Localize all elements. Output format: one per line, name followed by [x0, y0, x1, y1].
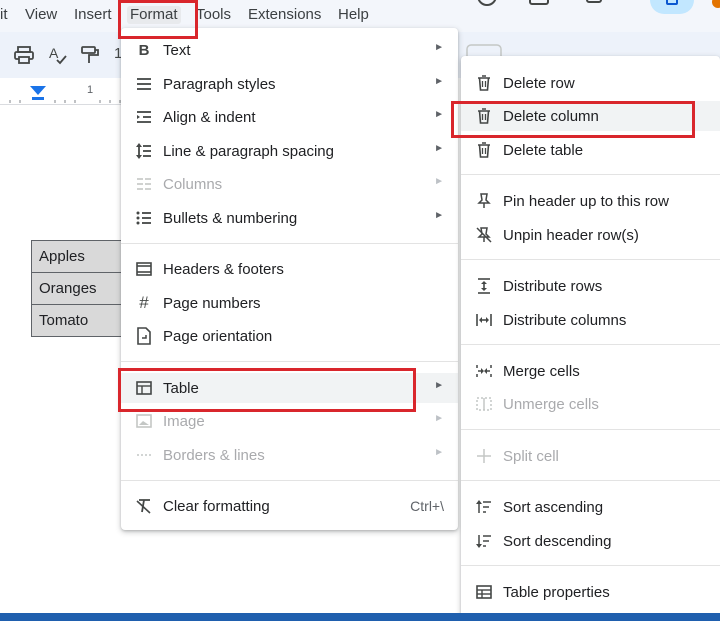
unmerge-cells-icon	[475, 395, 493, 413]
table-item-table-properties[interactable]: Table properties	[461, 577, 720, 607]
menu-edit[interactable]: it	[0, 6, 8, 24]
submenu-arrow-icon: ►	[434, 210, 444, 221]
format-item-clear-formatting[interactable]: Clear formatting Ctrl+\	[121, 491, 458, 521]
spellcheck-icon[interactable]: A	[48, 45, 68, 65]
svg-text:A: A	[49, 45, 59, 61]
history-icon[interactable]	[476, 0, 498, 10]
menu-divider	[461, 480, 720, 481]
ruler-ticks	[9, 86, 121, 103]
borders-icon	[135, 446, 153, 464]
image-icon	[135, 412, 153, 430]
format-item-page-orientation[interactable]: Page orientation	[121, 321, 458, 351]
split-cell-icon	[475, 447, 493, 465]
menu-divider	[121, 480, 458, 481]
menu-divider	[461, 259, 720, 260]
format-item-table[interactable]: Table ►	[121, 373, 458, 403]
sort-ascending-icon	[475, 498, 493, 516]
table-item-unpin-header[interactable]: Unpin header row(s)	[461, 220, 720, 250]
table-properties-icon	[475, 583, 493, 601]
page-numbers-icon: #	[139, 293, 149, 312]
ruler-number: 1	[87, 84, 94, 96]
merge-cells-icon	[475, 362, 493, 380]
indent-marker-icon	[30, 86, 46, 95]
bold-icon: B	[138, 41, 150, 59]
submenu-arrow-icon: ►	[434, 176, 444, 187]
table-item-merge-cells[interactable]: Merge cells	[461, 356, 720, 386]
print-icon[interactable]	[14, 46, 34, 64]
distribute-columns-icon	[475, 311, 493, 329]
trash-icon	[475, 141, 493, 159]
menu-divider	[121, 361, 458, 362]
format-item-text[interactable]: B Text ►	[121, 35, 458, 65]
menu-divider	[461, 565, 720, 566]
comment-icon[interactable]	[528, 0, 552, 10]
table-icon	[135, 379, 153, 397]
ruler: 1	[0, 82, 130, 105]
trash-icon	[475, 74, 493, 92]
shortcut-text: Ctrl+\	[410, 498, 444, 514]
table-item-unmerge-cells[interactable]: Unmerge cells	[461, 389, 720, 419]
trash-icon	[475, 107, 493, 125]
menu-divider	[121, 243, 458, 244]
table-item-sort-descending[interactable]: Sort descending	[461, 526, 720, 556]
table-item-split-cell[interactable]: Split cell	[461, 441, 720, 471]
menu-divider	[461, 429, 720, 430]
headers-footers-icon	[135, 260, 153, 278]
clear-formatting-icon	[135, 497, 153, 515]
format-menu: B Text ► Paragraph styles ► Align & inde…	[121, 28, 458, 530]
share-button[interactable]	[650, 0, 696, 18]
format-item-paragraph-styles[interactable]: Paragraph styles ►	[121, 69, 458, 99]
bullets-icon	[135, 209, 153, 227]
menu-format[interactable]: Format	[127, 6, 181, 24]
paint-format-icon[interactable]	[80, 45, 100, 65]
menu-divider	[461, 344, 720, 345]
table-item-distribute-columns[interactable]: Distribute columns	[461, 305, 720, 335]
submenu-arrow-icon: ►	[434, 143, 444, 154]
table-item-pin-header[interactable]: Pin header up to this row	[461, 186, 720, 216]
menu-insert[interactable]: Insert	[74, 6, 112, 24]
menu-divider	[461, 174, 720, 175]
meet-icon[interactable]	[585, 0, 609, 10]
menu-view[interactable]: View	[25, 6, 57, 24]
sort-descending-icon	[475, 532, 493, 550]
submenu-arrow-icon: ►	[434, 413, 444, 424]
table-submenu: Delete row Delete column Delete table Pi…	[461, 56, 720, 621]
table-item-delete-row[interactable]: Delete row	[461, 68, 720, 98]
menu-tools[interactable]: Tools	[196, 6, 231, 24]
table-item-distribute-rows[interactable]: Distribute rows	[461, 271, 720, 301]
pin-icon	[475, 192, 493, 210]
format-item-line-spacing[interactable]: Line & paragraph spacing ►	[121, 136, 458, 166]
paragraph-styles-icon	[135, 75, 153, 93]
columns-icon	[135, 175, 153, 193]
line-spacing-icon	[135, 142, 153, 160]
menu-extensions[interactable]: Extensions	[248, 6, 321, 24]
table-item-delete-column[interactable]: Delete column	[461, 101, 720, 131]
account-avatar[interactable]	[708, 0, 720, 10]
format-item-align-indent[interactable]: Align & indent ►	[121, 102, 458, 132]
table-item-delete-table[interactable]: Delete table	[461, 135, 720, 165]
format-item-headers-footers[interactable]: Headers & footers	[121, 254, 458, 284]
format-item-page-numbers[interactable]: # Page numbers	[121, 288, 458, 318]
table-item-sort-ascending[interactable]: Sort ascending	[461, 492, 720, 522]
submenu-arrow-icon: ►	[434, 447, 444, 458]
menu-help[interactable]: Help	[338, 6, 369, 24]
format-item-bullets[interactable]: Bullets & numbering ►	[121, 203, 458, 233]
submenu-arrow-icon: ►	[434, 380, 444, 391]
format-item-borders-lines[interactable]: Borders & lines ►	[121, 440, 458, 470]
submenu-arrow-icon: ►	[434, 42, 444, 53]
taskbar	[0, 613, 720, 621]
submenu-arrow-icon: ►	[434, 109, 444, 120]
submenu-arrow-icon: ►	[434, 76, 444, 87]
page-orientation-icon	[135, 327, 153, 345]
distribute-rows-icon	[475, 277, 493, 295]
format-item-columns[interactable]: Columns ►	[121, 169, 458, 199]
format-item-image[interactable]: Image ►	[121, 406, 458, 436]
align-indent-icon	[135, 108, 153, 126]
unpin-icon	[475, 226, 493, 244]
